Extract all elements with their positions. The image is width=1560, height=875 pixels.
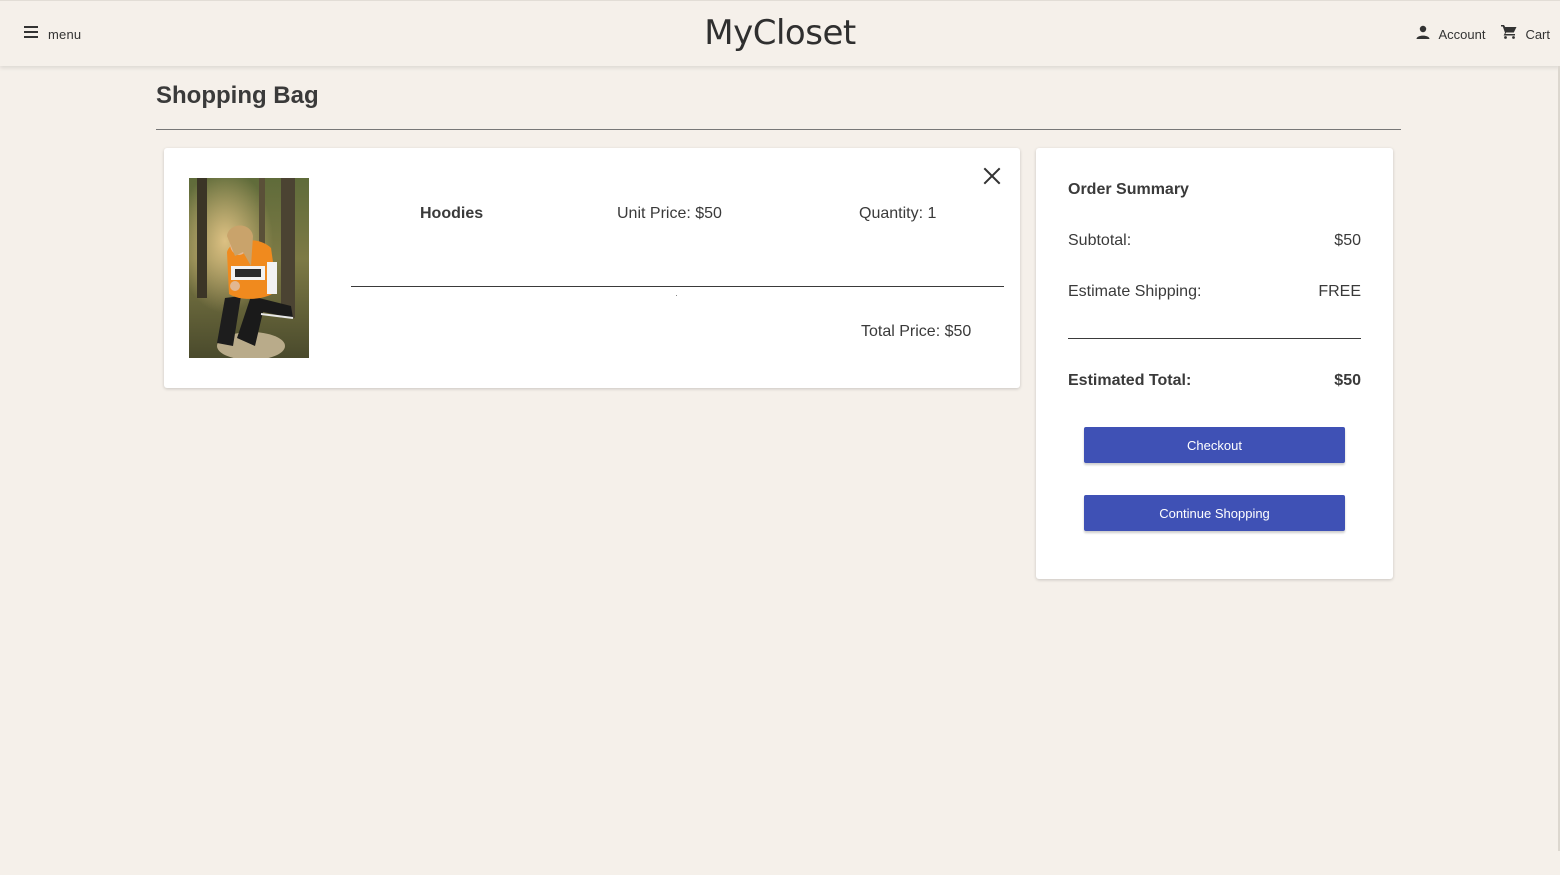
continue-shopping-button[interactable]: Continue Shopping [1084,495,1345,531]
estimated-total-label: Estimated Total: [1068,372,1192,389]
person-icon [1416,25,1430,44]
summary-divider [1068,338,1361,339]
top-app-bar: menu MyCloset Account Cart [0,0,1560,66]
subtotal-value: $50 [1334,232,1361,249]
subtotal-row: Subtotal: $50 [1068,232,1361,250]
checkout-button[interactable]: Checkout [1084,427,1345,463]
order-summary-card: Order Summary Subtotal: $50 Estimate Shi… [1036,148,1393,579]
cart-item-card: Hoodies Unit Price: $50 Quantity: 1 Tota… [164,148,1020,388]
item-divider [351,286,1004,287]
page-title: Shopping Bag [156,82,319,109]
account-link[interactable]: Account [1416,25,1485,44]
shipping-value: FREE [1318,283,1361,300]
item-unit-price: Unit Price: $50 [617,205,722,222]
cart-label: Cart [1525,26,1550,42]
cart-link[interactable]: Cart [1501,24,1550,44]
divider-dot [676,295,677,296]
subtotal-label: Subtotal: [1068,232,1132,249]
estimated-total-row: Estimated Total: $50 [1068,372,1361,390]
hamburger-icon [24,25,38,43]
brand-logo[interactable]: MyCloset [0,13,1560,53]
item-name[interactable]: Hoodies [420,205,483,223]
shipping-label: Estimate Shipping: [1068,283,1202,300]
item-quantity: Quantity: 1 [859,205,937,222]
menu-button[interactable]: menu [24,23,81,45]
title-divider [156,129,1401,130]
remove-item-button[interactable] [982,166,1002,186]
account-label: Account [1438,26,1486,42]
product-image[interactable] [189,178,309,358]
close-icon [982,167,1002,190]
item-total-price: Total Price: $50 [861,323,972,340]
order-summary-title: Order Summary [1068,181,1189,198]
shopping-cart-icon [1501,24,1517,44]
shipping-row: Estimate Shipping: FREE [1068,283,1361,301]
top-nav: Account Cart [1400,23,1550,45]
menu-label: menu [48,26,82,42]
estimated-total-value: $50 [1334,372,1361,389]
